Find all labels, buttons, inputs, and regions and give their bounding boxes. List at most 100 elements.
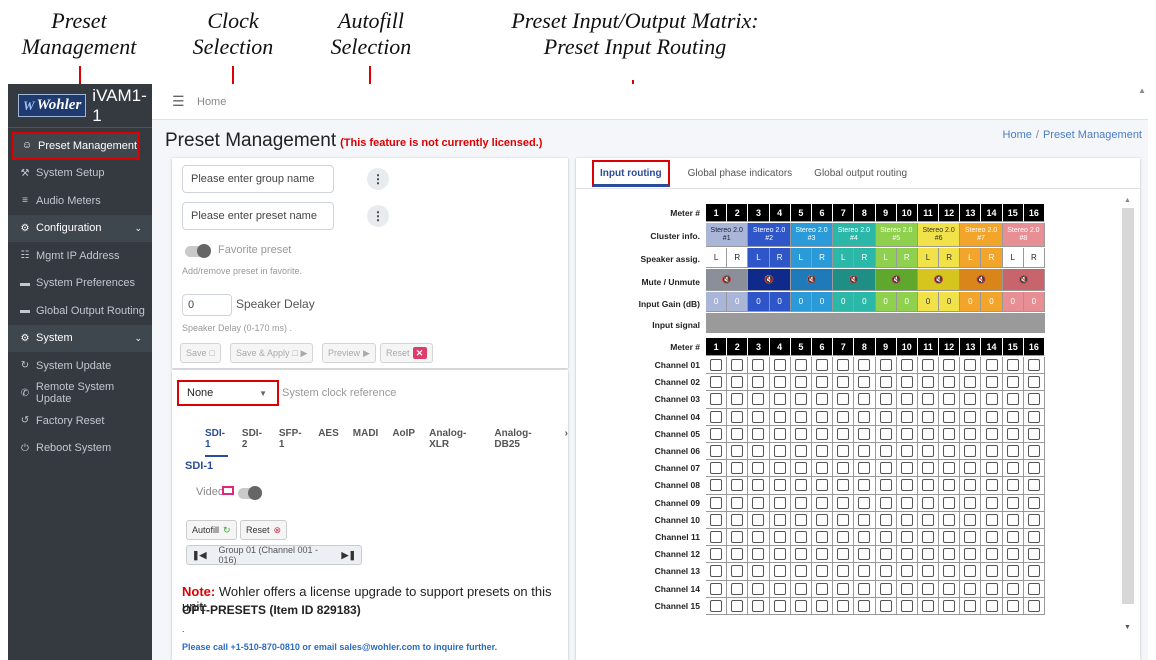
- routing-checkbox[interactable]: [748, 477, 770, 495]
- routing-checkbox[interactable]: [727, 425, 749, 443]
- cluster-cell[interactable]: Stereo 2.0 #8: [1002, 223, 1046, 247]
- top-home-link[interactable]: Home: [197, 96, 226, 108]
- routing-checkbox[interactable]: [1002, 357, 1024, 375]
- routing-checkbox[interactable]: [833, 425, 855, 443]
- mute-speaker-icon[interactable]: 🔇: [917, 269, 961, 291]
- routing-checkbox[interactable]: [854, 563, 876, 581]
- routing-checkbox[interactable]: [854, 494, 876, 512]
- gain-cell[interactable]: 0: [960, 292, 982, 312]
- gain-cell[interactable]: 0: [1023, 292, 1045, 312]
- routing-checkbox[interactable]: [1002, 425, 1024, 443]
- routing-checkbox[interactable]: [1023, 580, 1045, 598]
- tab-aes[interactable]: AES: [318, 428, 339, 457]
- routing-checkbox[interactable]: [896, 529, 918, 547]
- gain-cell[interactable]: 0: [769, 292, 791, 312]
- routing-checkbox[interactable]: [790, 494, 812, 512]
- routing-checkbox[interactable]: [811, 477, 834, 495]
- routing-checkbox[interactable]: [917, 563, 940, 581]
- gain-cell[interactable]: 0: [727, 292, 749, 312]
- routing-checkbox[interactable]: [875, 425, 897, 443]
- routing-checkbox[interactable]: [917, 391, 940, 409]
- routing-checkbox[interactable]: [769, 494, 791, 512]
- routing-checkbox[interactable]: [769, 374, 791, 392]
- routing-checkbox[interactable]: [981, 529, 1003, 547]
- speaker-cell[interactable]: L: [748, 248, 770, 268]
- tab-sdi-1[interactable]: SDI-1: [205, 428, 228, 457]
- routing-checkbox[interactable]: [833, 511, 855, 529]
- routing-checkbox[interactable]: [917, 408, 940, 426]
- routing-checkbox[interactable]: [833, 563, 855, 581]
- sidebar-item-preset-management[interactable]: ☺ Preset Management: [12, 132, 140, 160]
- routing-checkbox[interactable]: [727, 391, 749, 409]
- routing-checkbox[interactable]: [875, 477, 897, 495]
- routing-checkbox[interactable]: [1023, 408, 1045, 426]
- gain-cell[interactable]: 0: [917, 292, 940, 312]
- routing-checkbox[interactable]: [896, 597, 918, 615]
- routing-checkbox[interactable]: [811, 408, 834, 426]
- autofill-reset-button[interactable]: Reset ⊗: [240, 520, 288, 540]
- routing-checkbox[interactable]: [811, 443, 834, 461]
- routing-checkbox[interactable]: [896, 494, 918, 512]
- routing-checkbox[interactable]: [1023, 546, 1045, 564]
- routing-checkbox[interactable]: [811, 391, 834, 409]
- speaker-cell[interactable]: R: [981, 248, 1003, 268]
- routing-checkbox[interactable]: [748, 597, 770, 615]
- gain-cell[interactable]: 0: [875, 292, 897, 312]
- chevron-right-icon[interactable]: ›: [565, 428, 568, 457]
- gain-cell[interactable]: 0: [896, 292, 918, 312]
- speaker-cell[interactable]: R: [727, 248, 749, 268]
- routing-checkbox[interactable]: [939, 529, 961, 547]
- routing-checkbox[interactable]: [748, 425, 770, 443]
- mute-speaker-icon[interactable]: 🔇: [875, 269, 918, 291]
- routing-checkbox[interactable]: [896, 425, 918, 443]
- sidebar-item-global-output-routing[interactable]: ▬ Global Output Routing: [8, 297, 152, 325]
- brand[interactable]: W Wohler iVAM1-1: [8, 84, 152, 128]
- routing-checkbox[interactable]: [1002, 494, 1024, 512]
- gain-cell[interactable]: 0: [939, 292, 961, 312]
- routing-checkbox[interactable]: [706, 357, 728, 375]
- routing-checkbox[interactable]: [854, 408, 876, 426]
- routing-checkbox[interactable]: [1023, 511, 1045, 529]
- routing-checkbox[interactable]: [706, 494, 728, 512]
- routing-checkbox[interactable]: [854, 477, 876, 495]
- routing-checkbox[interactable]: [875, 529, 897, 547]
- routing-checkbox[interactable]: [706, 511, 728, 529]
- routing-checkbox[interactable]: [896, 391, 918, 409]
- routing-checkbox[interactable]: [769, 460, 791, 478]
- routing-checkbox[interactable]: [981, 408, 1003, 426]
- routing-checkbox[interactable]: [1002, 374, 1024, 392]
- routing-checkbox[interactable]: [981, 391, 1003, 409]
- routing-checkbox[interactable]: [790, 529, 812, 547]
- routing-checkbox[interactable]: [833, 580, 855, 598]
- routing-checkbox[interactable]: [896, 511, 918, 529]
- mute-speaker-icon[interactable]: 🔇: [748, 269, 791, 291]
- tab-aoip[interactable]: AoIP: [392, 428, 415, 457]
- routing-checkbox[interactable]: [1023, 460, 1045, 478]
- routing-checkbox[interactable]: [769, 443, 791, 461]
- speaker-cell[interactable]: R: [854, 248, 876, 268]
- routing-checkbox[interactable]: [833, 546, 855, 564]
- routing-checkbox[interactable]: [790, 460, 812, 478]
- routing-checkbox[interactable]: [790, 580, 812, 598]
- routing-checkbox[interactable]: [769, 580, 791, 598]
- routing-checkbox[interactable]: [917, 494, 940, 512]
- routing-checkbox[interactable]: [981, 443, 1003, 461]
- routing-checkbox[interactable]: [939, 391, 961, 409]
- routing-checkbox[interactable]: [917, 511, 940, 529]
- routing-checkbox[interactable]: [939, 357, 961, 375]
- cluster-cell[interactable]: Stereo 2.0 #2: [748, 223, 791, 247]
- routing-checkbox[interactable]: [706, 460, 728, 478]
- routing-checkbox[interactable]: [811, 460, 834, 478]
- sidebar-item-remote-system-update[interactable]: ✆ Remote System Update: [8, 380, 152, 408]
- routing-checkbox[interactable]: [727, 494, 749, 512]
- speaker-cell[interactable]: L: [1002, 248, 1024, 268]
- routing-checkbox[interactable]: [1002, 391, 1024, 409]
- speaker-cell[interactable]: R: [896, 248, 918, 268]
- gain-cell[interactable]: 0: [854, 292, 876, 312]
- routing-checkbox[interactable]: [981, 425, 1003, 443]
- routing-checkbox[interactable]: [811, 546, 834, 564]
- routing-checkbox[interactable]: [748, 374, 770, 392]
- routing-checkbox[interactable]: [917, 374, 940, 392]
- routing-checkbox[interactable]: [833, 443, 855, 461]
- routing-checkbox[interactable]: [1002, 580, 1024, 598]
